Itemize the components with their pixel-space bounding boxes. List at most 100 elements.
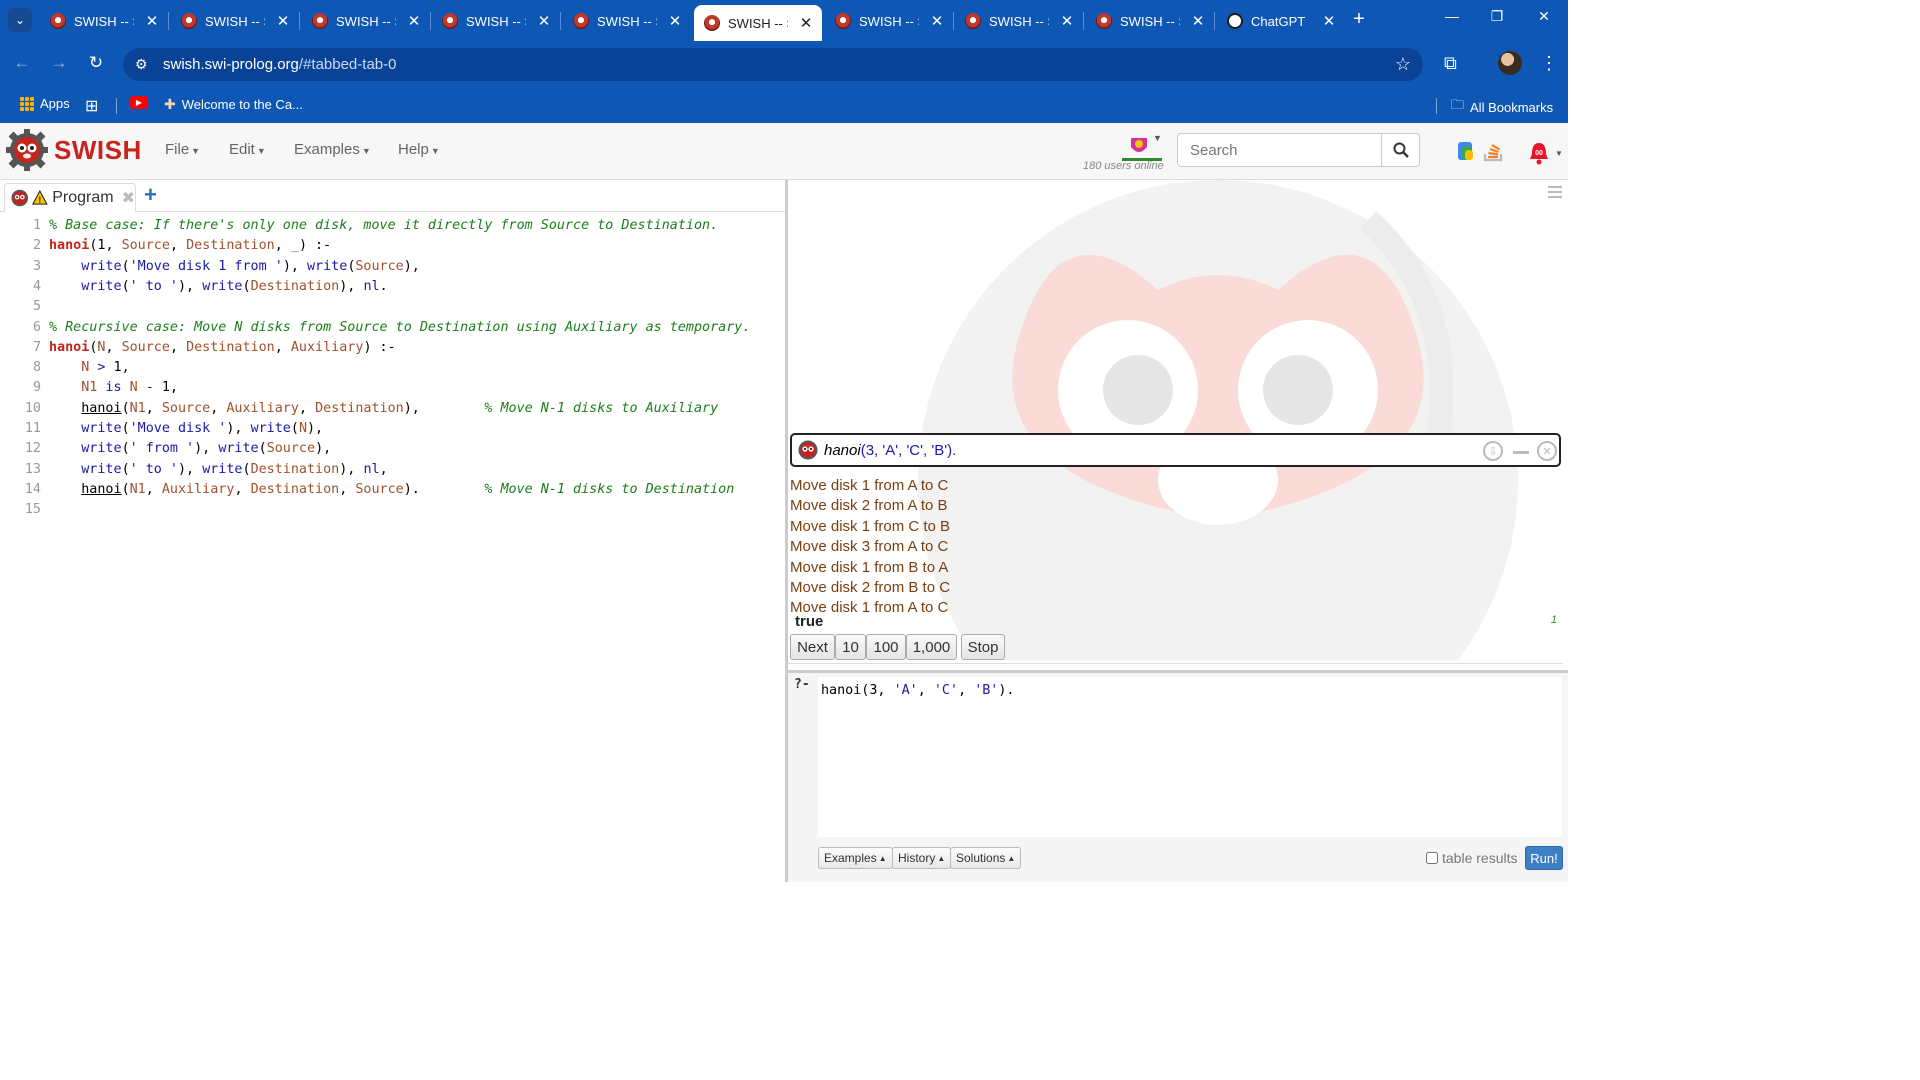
close-tab-icon[interactable]: ✕ — [927, 12, 947, 30]
back-arrow-icon[interactable]: ← — [10, 53, 34, 73]
close-tab-icon[interactable]: ✕ — [534, 12, 554, 30]
close-tab-icon[interactable]: ✕ — [273, 12, 293, 30]
close-window-icon[interactable]: ✕ — [1529, 8, 1559, 25]
next-10-button[interactable]: 10 — [835, 634, 866, 660]
close-tab-icon[interactable]: ✕ — [142, 12, 162, 30]
browser-tab[interactable]: ChatGPT ✕ — [1217, 5, 1345, 37]
table-results-checkbox[interactable] — [1426, 852, 1438, 864]
browser-tab[interactable]: SWISH -- S✕ — [171, 5, 299, 37]
caret-up-icon: ▲ — [878, 853, 887, 863]
caret-down-icon[interactable]: ▼ — [1153, 133, 1162, 143]
shield-icon: ✚ — [164, 96, 176, 112]
swish-brand[interactable]: SWISH — [54, 135, 142, 166]
bookmark-welcome[interactable]: ✚ Welcome to the Ca... — [164, 96, 303, 113]
close-tab-icon[interactable]: ✕ — [404, 12, 424, 30]
all-bookmarks[interactable]: 🗀 All Bookmarks — [1451, 96, 1553, 118]
swish-owl-icon — [11, 189, 29, 207]
code-line: 4 write(' to '), write(Destination), nl. — [32, 278, 388, 294]
answer-query-header: hanoi(3, 'A', 'C', 'B'). ⇩ ✕ — [790, 433, 1561, 467]
menu-hamburger-icon[interactable] — [1548, 186, 1562, 201]
swish-favicon-icon — [704, 15, 720, 31]
next-1000-button[interactable]: 1,000 — [906, 634, 957, 660]
caret-down-icon[interactable]: ▼ — [1555, 149, 1563, 158]
profile-avatar[interactable] — [1498, 51, 1522, 75]
program-pane: ! Program ✖ + 1% Base case: If there's o… — [0, 180, 785, 882]
history-dropdown-button[interactable]: History ▲ — [892, 847, 952, 869]
search-button[interactable] — [1381, 133, 1420, 167]
forward-arrow-icon[interactable]: → — [47, 53, 71, 73]
caret-down-icon: ▼ — [256, 146, 266, 156]
swish-favicon-icon — [181, 13, 197, 29]
solutions-dropdown-button[interactable]: Solutions ▲ — [950, 847, 1022, 869]
code-line: 7 hanoi(N, Source, Destination, Auxiliary… — [32, 339, 396, 355]
caret-down-icon: ▼ — [361, 146, 371, 156]
code-line: 3 write('Move disk 1 from '), write(Sour… — [32, 258, 420, 274]
site-settings-icon[interactable]: ⚙ — [135, 56, 157, 73]
examples-dropdown-button[interactable]: Examples ▲ — [818, 847, 893, 869]
close-tab-icon[interactable]: ✕ — [1319, 12, 1339, 30]
download-icon[interactable]: ⇩ — [1483, 441, 1503, 461]
menu-edit[interactable]: Edit ▼ — [229, 141, 266, 158]
add-tab-button[interactable]: + — [144, 182, 157, 208]
next-button[interactable]: Next — [790, 634, 835, 660]
browser-tab-active[interactable]: SWISH -- S✕ — [694, 5, 822, 41]
notification-bell-icon[interactable]: 00 — [1526, 140, 1552, 166]
reload-icon[interactable]: ↻ — [84, 53, 108, 73]
user-avatar-icon[interactable] — [1128, 135, 1150, 157]
output-line: Move disk 2 from A to B — [790, 497, 948, 515]
menu-file[interactable]: File ▼ — [165, 141, 200, 158]
close-tab-icon[interactable]: ✕ — [665, 12, 685, 30]
stop-button[interactable]: Stop — [961, 634, 1005, 660]
browser-tab-bar: ⌄ SWISH -- S✕ SWISH -- S✕ SWISH -- S✕ SW… — [0, 0, 1568, 41]
code-line: 13 write(' to '), write(Destination), nl… — [24, 461, 388, 477]
close-tab-icon[interactable]: ✕ — [1057, 12, 1077, 30]
browser-tab[interactable]: SWISH -- S✕ — [1086, 5, 1214, 37]
results-pane: hanoi(3, 'A', 'C', 'B'). ⇩ ✕ Move disk 1… — [788, 180, 1568, 882]
caret-down-icon: ▼ — [430, 146, 440, 156]
code-line: 14 hanoi(N1, Auxiliary, Destination, Sou… — [24, 481, 735, 497]
extensions-puzzle-icon[interactable]: ⧉ — [1444, 53, 1457, 74]
search-input[interactable] — [1177, 133, 1381, 167]
close-tab-icon[interactable]: ✖ — [122, 188, 135, 208]
browser-tab[interactable]: SWISH -- S✕ — [563, 5, 691, 37]
browser-tab[interactable]: SWISH -- S✕ — [432, 5, 560, 37]
minimize-window-icon[interactable]: — — [1437, 8, 1467, 24]
warning-icon: ! — [32, 189, 49, 205]
browser-tab[interactable]: SWISH -- S✕ — [302, 5, 430, 37]
output-line: Move disk 1 from C to B — [790, 517, 951, 535]
query-editor[interactable]: hanoi(3, 'A', 'C', 'B'). — [818, 677, 1562, 837]
close-icon[interactable]: ✕ — [1537, 441, 1557, 461]
query-prompt: ?- — [794, 677, 810, 692]
menu-help[interactable]: Help ▼ — [398, 141, 440, 158]
tab-program[interactable]: ! Program ✖ — [4, 183, 136, 212]
browser-menu-icon[interactable]: ⋮ — [1540, 53, 1558, 74]
restore-window-icon[interactable]: ❐ — [1482, 8, 1512, 25]
browser-tab[interactable]: SWISH -- S✕ — [40, 5, 168, 37]
code-line: 5 — [32, 299, 41, 315]
run-button[interactable]: Run! — [1525, 846, 1563, 870]
code-line: 8 N > 1, — [32, 360, 130, 376]
code-editor[interactable]: 1% Base case: If there's only one disk, … — [0, 218, 785, 882]
bookmark-tiles-icon[interactable]: ⊞ — [85, 96, 98, 116]
tab-program-label: Program — [52, 189, 114, 206]
bookmark-apps[interactable]: Apps — [20, 96, 70, 111]
google-login-icon[interactable] — [1456, 138, 1482, 164]
table-results-toggle[interactable]: table results — [1426, 850, 1517, 866]
swish-favicon-icon — [573, 13, 589, 29]
address-bar[interactable]: ⚙ swish.swi-prolog.org/#tabbed-tab-0 ☆ — [123, 48, 1423, 81]
close-tab-icon[interactable]: ✕ — [1188, 12, 1208, 30]
tab-search-chevron-icon[interactable]: ⌄ — [8, 8, 32, 32]
next-100-button[interactable]: 100 — [866, 634, 906, 660]
menu-examples[interactable]: Examples ▼ — [294, 141, 371, 158]
bookmark-star-icon[interactable]: ☆ — [1395, 54, 1411, 75]
bookmark-youtube[interactable]: ▶ — [130, 96, 148, 109]
new-tab-button[interactable]: + — [1348, 8, 1370, 31]
close-tab-icon[interactable]: ✕ — [796, 14, 816, 32]
browser-tab[interactable]: SWISH -- S✕ — [955, 5, 1083, 37]
code-line: 6% Recursive case: Move N disks from Sou… — [32, 319, 751, 335]
caret-up-icon: ▲ — [1007, 853, 1016, 863]
stackoverflow-login-icon[interactable] — [1481, 138, 1507, 164]
swish-logo-icon[interactable] — [6, 129, 48, 171]
minimize-icon[interactable] — [1513, 451, 1529, 454]
browser-tab[interactable]: SWISH -- S✕ — [825, 5, 953, 37]
